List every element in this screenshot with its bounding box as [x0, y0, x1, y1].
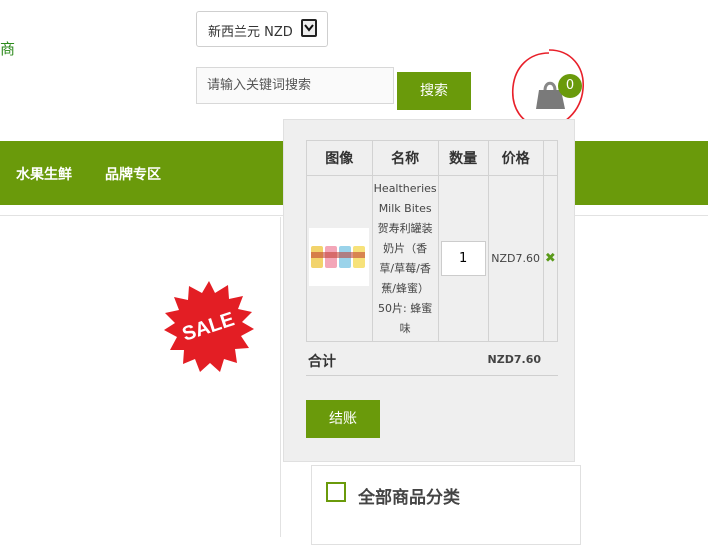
- search-button[interactable]: 搜索: [397, 72, 471, 110]
- column-header-name: 名称: [371, 140, 439, 176]
- site-logo-fragment[interactable]: 商: [0, 38, 15, 59]
- column-header-image: 图像: [306, 140, 373, 176]
- chevron-down-icon[interactable]: [301, 19, 317, 37]
- column-header-price: 价格: [487, 140, 544, 176]
- nav-item-brands[interactable]: 品牌专区: [105, 164, 161, 184]
- quantity-input[interactable]: [440, 241, 486, 276]
- column-header-remove: [542, 140, 559, 176]
- remove-item-icon[interactable]: ✖: [545, 251, 556, 266]
- cart-item-row: Healtheries Milk Bites 贺寿利罐装 奶片（香 草/草莓/香…: [306, 175, 559, 342]
- search-input[interactable]: [196, 67, 394, 104]
- quantity-cell: [437, 175, 489, 342]
- remove-cell: ✖: [542, 175, 559, 342]
- nav-item-fruit[interactable]: 水果生鲜: [16, 164, 72, 184]
- category-title[interactable]: 全部商品分类: [358, 483, 460, 508]
- category-panel: 全部商品分类: [311, 465, 581, 545]
- sale-badge: SALE: [164, 281, 254, 372]
- total-value: NZD7.60: [487, 353, 541, 366]
- product-image-cell: [306, 175, 373, 342]
- checkout-button[interactable]: 结账: [306, 400, 380, 438]
- product-name[interactable]: Healtheries Milk Bites 贺寿利罐装 奶片（香 草/草莓/香…: [373, 177, 438, 341]
- cart-table: 图像 名称 数量 价格 Healtheries Milk Bites 贺寿利罐装…: [306, 140, 559, 342]
- currency-selected-value: 新西兰元 NZD: [208, 25, 293, 40]
- category-checkbox-icon[interactable]: [326, 482, 346, 502]
- cart-dropdown: 图像 名称 数量 价格 Healtheries Milk Bites 贺寿利罐装…: [283, 119, 575, 462]
- item-price: NZD7.60: [487, 175, 544, 342]
- product-image[interactable]: [309, 228, 370, 286]
- total-label: 合计: [308, 354, 336, 370]
- product-name-cell[interactable]: Healtheries Milk Bites 贺寿利罐装 奶片（香 草/草莓/香…: [371, 175, 439, 342]
- currency-select[interactable]: 新西兰元 NZD: [196, 11, 328, 47]
- column-header-quantity: 数量: [437, 140, 489, 176]
- cart-total-row: 合计 NZD7.60: [306, 346, 558, 376]
